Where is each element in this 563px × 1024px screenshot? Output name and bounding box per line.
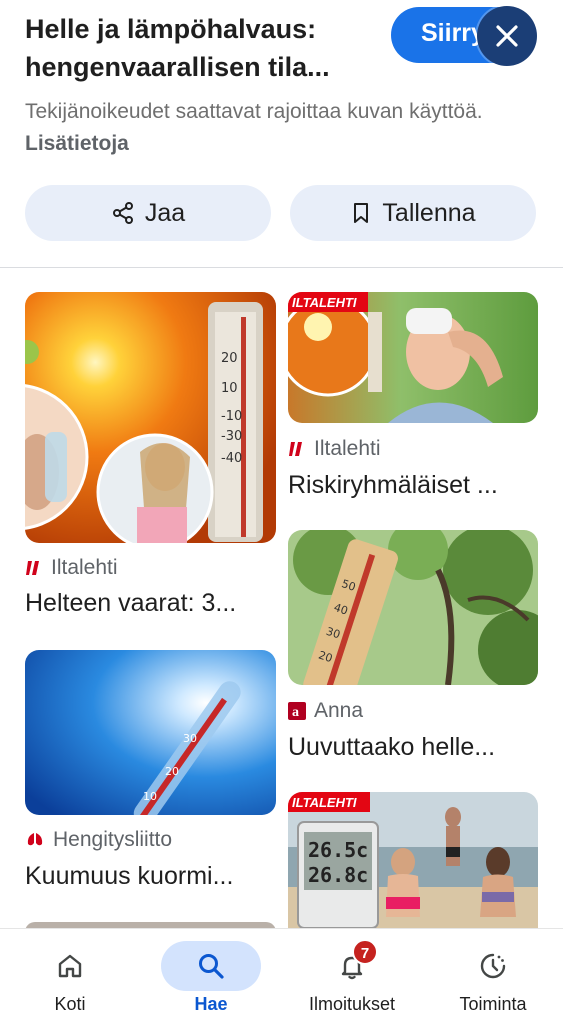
result-image-4[interactable]: 30 20 10 bbox=[25, 650, 276, 815]
image-preview-header: Helle ja lämpöhalvaus: hengenvaarallisen… bbox=[0, 0, 563, 268]
result-image-3[interactable]: 50 40 30 20 bbox=[288, 530, 538, 685]
learn-more-link[interactable]: Lisätietoja bbox=[25, 132, 129, 155]
hengitysliitto-logo-icon bbox=[25, 830, 45, 850]
result-source-1: Iltalehti bbox=[25, 556, 118, 580]
display-bottom-reading: 26.8c bbox=[308, 863, 368, 887]
anna-logo-icon: a bbox=[288, 701, 306, 721]
activity-icon bbox=[480, 953, 506, 979]
nav-home-icon-wrap bbox=[20, 941, 120, 991]
result-image-5[interactable]: 26.5c 26.8c ILTALEHTI bbox=[288, 792, 538, 928]
title-line-1[interactable]: Helle ja lämpöhalvaus: bbox=[25, 10, 385, 48]
page-title[interactable]: Helle ja lämpöhalvaus: hengenvaarallisen… bbox=[25, 10, 385, 86]
thermometer-blue-sky-image: 30 20 10 bbox=[25, 650, 276, 815]
copyright-text: Tekijänoikeudet saattavat rajoittaa kuva… bbox=[25, 100, 483, 123]
svg-text:-40: -40 bbox=[221, 451, 242, 466]
result-image-2[interactable]: ILTALEHTI bbox=[288, 292, 538, 423]
result-caption-4[interactable]: Kuumuus kuormi... bbox=[25, 862, 276, 891]
search-icon bbox=[199, 954, 224, 979]
svg-text:30: 30 bbox=[183, 732, 197, 745]
source-name: Iltalehti bbox=[314, 437, 381, 460]
svg-text:10: 10 bbox=[143, 790, 157, 803]
nav-home-label: Koti bbox=[54, 994, 86, 1014]
display-top-reading: 26.5c bbox=[308, 838, 368, 862]
result-source-4: Hengitysliitto bbox=[25, 828, 172, 852]
home-icon bbox=[58, 954, 82, 978]
nav-activity-icon-wrap bbox=[443, 941, 543, 991]
beach-thermometer-display-image: 26.5c 26.8c ILTALEHTI bbox=[288, 792, 538, 928]
copyright-notice: Tekijänoikeudet saattavat rajoittaa kuva… bbox=[25, 96, 525, 160]
result-source-2: Iltalehti bbox=[288, 437, 381, 461]
bookmark-icon bbox=[354, 203, 369, 223]
svg-text:-30: -30 bbox=[221, 429, 242, 444]
hot-sun-thermometer-image: 20 10 -10 -30 -40 bbox=[25, 292, 276, 543]
close-button[interactable] bbox=[477, 6, 537, 66]
source-name: Hengitysliitto bbox=[53, 828, 173, 851]
title-line-2[interactable]: hengenvaarallisen tila... bbox=[25, 48, 385, 86]
save-label: Tallenna bbox=[382, 198, 476, 227]
nav-home[interactable]: Koti bbox=[10, 937, 130, 1017]
close-icon bbox=[496, 25, 518, 47]
result-caption-2[interactable]: Riskiryhmäläiset ... bbox=[288, 471, 538, 500]
notification-count-badge: 7 bbox=[352, 939, 378, 965]
svg-text:10: 10 bbox=[221, 381, 238, 396]
svg-text:a: a bbox=[292, 705, 299, 720]
nav-notifications[interactable]: 7 Ilmoitukset bbox=[292, 937, 412, 1017]
result-source-3: a Anna bbox=[288, 699, 363, 723]
iltalehti-logo-icon bbox=[288, 439, 306, 459]
overlay-logo-text: ILTALEHTI bbox=[292, 795, 357, 810]
source-name: Iltalehti bbox=[51, 556, 118, 579]
nav-search-label: Hae bbox=[194, 994, 228, 1014]
bottom-navigation: Koti Hae 7 Ilmoitukset Toiminta bbox=[0, 928, 563, 1024]
thermometer-in-tree-image: 50 40 30 20 bbox=[288, 530, 538, 685]
share-icon bbox=[112, 202, 133, 224]
share-button[interactable]: Jaa bbox=[25, 185, 271, 241]
nav-activity-label: Toiminta bbox=[459, 994, 527, 1014]
man-with-ice-pack-image: ILTALEHTI bbox=[288, 292, 538, 423]
nav-notifications-label: Ilmoitukset bbox=[308, 994, 396, 1014]
share-label: Jaa bbox=[144, 198, 186, 227]
svg-text:20: 20 bbox=[165, 765, 179, 778]
result-caption-3[interactable]: Uuvuttaako helle... bbox=[288, 733, 538, 762]
nav-activity[interactable]: Toiminta bbox=[433, 937, 553, 1017]
iltalehti-logo-icon bbox=[25, 558, 43, 578]
svg-text:-10: -10 bbox=[221, 409, 242, 424]
nav-search-icon-wrap bbox=[161, 941, 261, 991]
result-caption-1[interactable]: Helteen vaarat: 3... bbox=[25, 589, 276, 618]
nav-search[interactable]: Hae bbox=[151, 937, 271, 1017]
source-name: Anna bbox=[314, 699, 364, 722]
save-button[interactable]: Tallenna bbox=[290, 185, 536, 241]
overlay-logo-text: ILTALEHTI bbox=[292, 295, 357, 310]
visit-button-label: Siirry bbox=[421, 19, 485, 47]
result-image-1[interactable]: 20 10 -10 -30 -40 bbox=[25, 292, 276, 543]
svg-text:20: 20 bbox=[221, 351, 238, 366]
